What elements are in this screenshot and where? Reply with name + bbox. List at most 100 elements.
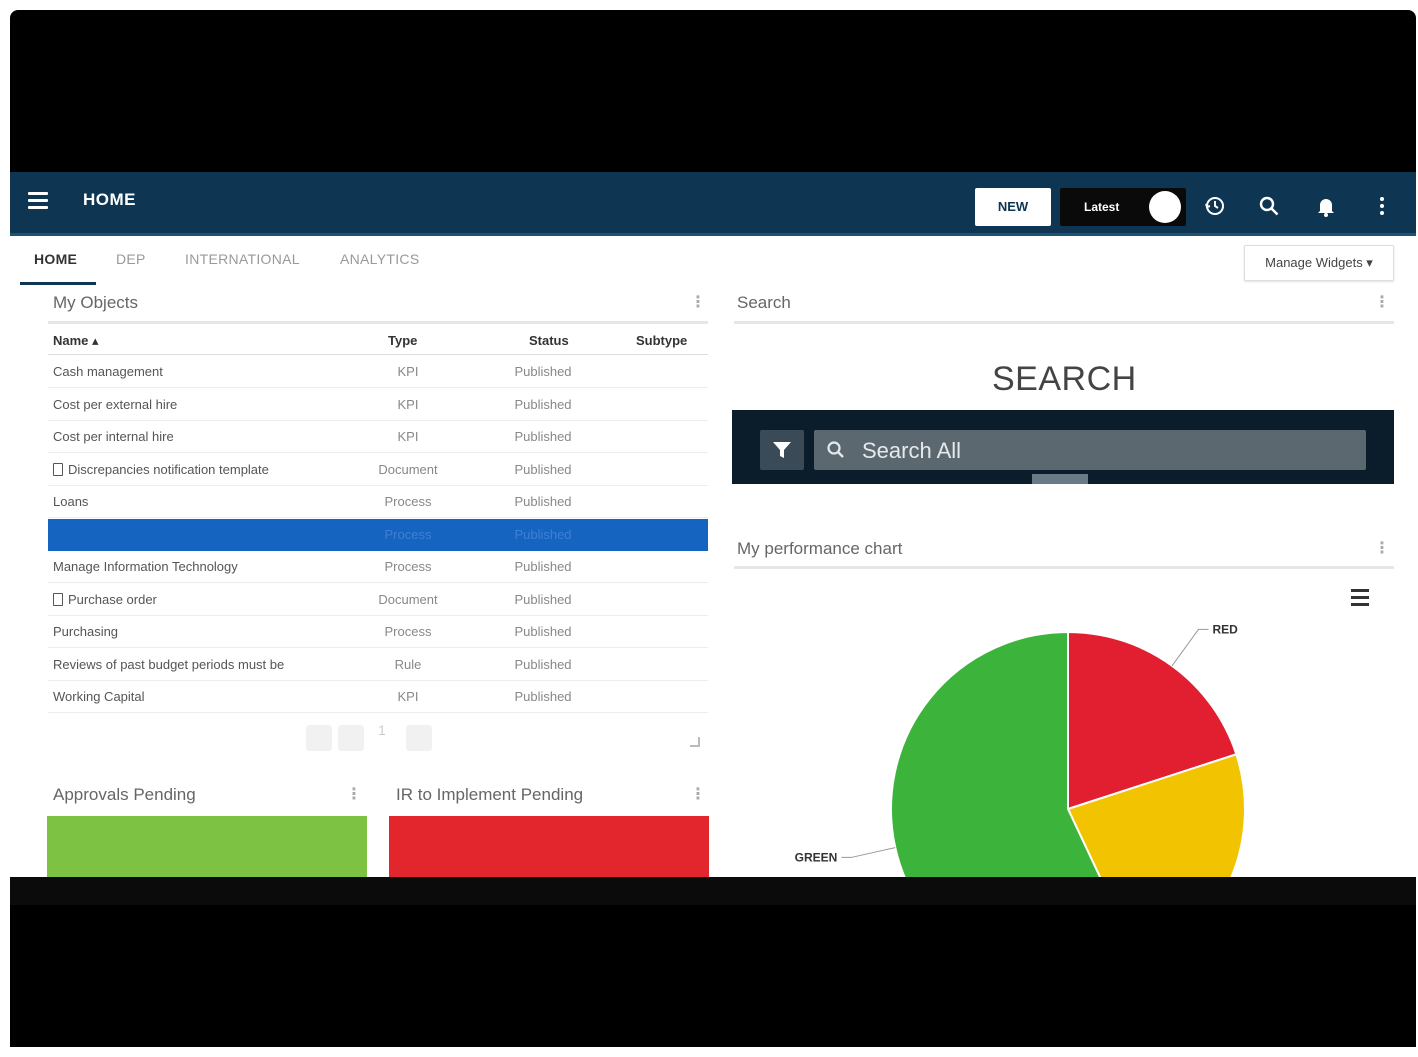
table-row[interactable]: Purchase order Document Published xyxy=(48,584,708,616)
latest-toggle-knob[interactable] xyxy=(1149,191,1181,223)
row-type: Process xyxy=(384,526,432,542)
search-widget-title: Search xyxy=(737,293,791,312)
tab-home[interactable]: HOME xyxy=(34,251,77,267)
row-status: Published xyxy=(514,494,572,509)
table-row[interactable]: Process Published xyxy=(48,518,708,551)
approvals-pending-tile[interactable] xyxy=(47,816,367,877)
table-header-divider xyxy=(48,354,708,355)
row-type: KPI xyxy=(397,364,419,379)
row-status: Published xyxy=(514,461,572,477)
tab-bar: HOME DEP INTERNATIONAL ANALYTICS Manage … xyxy=(10,239,1416,285)
row-name: Loans xyxy=(53,494,88,509)
row-status: Published xyxy=(514,656,572,672)
next-page-button[interactable] xyxy=(406,725,432,751)
column-header-type[interactable]: Type xyxy=(388,333,417,348)
history-icon[interactable] xyxy=(1201,192,1229,220)
row-type: Rule xyxy=(394,656,422,672)
row-type: Document xyxy=(378,591,438,607)
notifications-bell-icon[interactable] xyxy=(1312,192,1340,220)
table-row[interactable]: Cost per external hire KPI Published xyxy=(48,389,708,421)
row-name-text: Manage Information Technology xyxy=(53,559,238,574)
row-name-text: Working Capital xyxy=(53,689,145,704)
row-type: Process xyxy=(384,494,432,509)
search-scroll-indicator xyxy=(1032,474,1088,484)
approvals-pending-title: Approvals Pending xyxy=(53,785,196,804)
row-status: Published xyxy=(514,624,572,639)
row-name: Purchase order xyxy=(53,592,157,607)
row-name-text: Loans xyxy=(53,494,89,509)
search-widget-menu-icon[interactable]: ⋮ xyxy=(1374,292,1390,312)
implement-pending-title: IR to Implement Pending xyxy=(396,785,584,804)
search-icon[interactable] xyxy=(1255,192,1283,220)
table-row[interactable]: Purchasing Process Published xyxy=(48,616,708,648)
search-widget-divider xyxy=(734,321,1394,324)
column-header-name[interactable]: Name ▴ xyxy=(53,333,99,349)
search-heading: SEARCH xyxy=(992,360,1137,398)
approvals-menu-icon[interactable]: ⋮ xyxy=(346,784,362,804)
document-icon xyxy=(53,462,63,476)
search-panel: Search All xyxy=(732,410,1394,484)
performance-menu-icon[interactable]: ⋮ xyxy=(1374,538,1390,558)
video-letterbox-bottom xyxy=(10,877,1416,1047)
row-name: Cost per internal hire xyxy=(53,429,174,444)
page-title: HOME xyxy=(83,190,136,209)
search-placeholder: Search All xyxy=(862,438,962,463)
resize-handle-icon[interactable] xyxy=(690,737,700,747)
column-header-subtype[interactable]: Subtype xyxy=(636,333,687,348)
table-row[interactable]: Cash management KPI Published xyxy=(48,356,708,388)
tab-analytics[interactable]: ANALYTICS xyxy=(340,251,419,267)
row-name-text: Purchase order xyxy=(68,591,157,607)
tab-international[interactable]: INTERNATIONAL xyxy=(185,251,300,267)
implement-pending-tile[interactable] xyxy=(389,816,709,877)
table-row[interactable]: Reviews of past budget periods must be Ru… xyxy=(48,649,708,681)
table-row[interactable]: Cost per internal hire KPI Published xyxy=(48,421,708,453)
current-page: 1 xyxy=(378,722,386,738)
new-button[interactable]: NEW xyxy=(975,188,1051,226)
row-status: Published xyxy=(514,689,572,704)
pie-label-connector xyxy=(841,847,896,858)
search-icon xyxy=(827,441,844,458)
table-row[interactable]: Working Capital KPI Published xyxy=(48,681,708,713)
row-type: Process xyxy=(384,624,432,639)
row-name: Discrepancies notification template xyxy=(53,462,269,477)
filter-button[interactable] xyxy=(760,430,804,470)
row-name: Cost per external hire xyxy=(53,397,177,412)
row-name: Purchasing xyxy=(53,624,118,639)
performance-divider xyxy=(734,566,1394,569)
table-row[interactable]: Loans Process Published xyxy=(48,486,708,518)
row-name-text: Reviews of past budget periods must be xyxy=(53,656,285,672)
app-window: HOME NEW Latest HOME DEP INTERNATIONAL A… xyxy=(10,172,1416,877)
row-name-text: Cost per external hire xyxy=(53,396,178,412)
table-row[interactable]: Manage Information Technology Process Publ… xyxy=(48,551,708,583)
table-row[interactable]: Discrepancies notification template Docum… xyxy=(48,454,708,486)
row-name-text: Purchasing xyxy=(53,624,119,639)
first-page-button[interactable] xyxy=(306,725,332,751)
pie-label-red: RED xyxy=(1212,622,1238,636)
row-type: KPI xyxy=(397,396,419,412)
top-navbar: HOME NEW Latest xyxy=(10,172,1416,236)
performance-chart-title: My performance chart xyxy=(737,539,903,558)
more-vertical-icon[interactable] xyxy=(1368,192,1396,220)
column-header-status[interactable]: Status xyxy=(529,333,569,348)
tab-dep[interactable]: DEP xyxy=(116,251,146,267)
performance-pie-chart: RED GREEN xyxy=(795,622,1246,877)
row-name-text: Cash management xyxy=(53,364,163,379)
row-name-text: Cost per internal hire xyxy=(53,429,174,444)
row-status: Published xyxy=(514,559,572,574)
search-all-input[interactable]: Search All xyxy=(814,430,1366,470)
prev-page-button[interactable] xyxy=(338,725,364,751)
hamburger-menu-icon[interactable] xyxy=(28,192,48,210)
row-name: Cash management xyxy=(53,364,163,379)
active-tab-indicator xyxy=(20,282,96,285)
my-objects-title: My Objects xyxy=(53,293,139,312)
manage-widgets-button[interactable]: Manage Widgets ▾ xyxy=(1244,245,1394,281)
document-icon xyxy=(53,592,63,606)
my-objects-divider xyxy=(48,321,708,324)
row-type: KPI xyxy=(397,429,419,444)
row-name-text: Discrepancies notification template xyxy=(68,461,269,477)
row-name: Working Capital xyxy=(53,689,145,704)
row-name: Reviews of past budget periods must be xyxy=(53,657,284,672)
my-objects-menu-icon[interactable]: ⋮ xyxy=(690,292,706,312)
implement-menu-icon[interactable]: ⋮ xyxy=(690,784,706,804)
row-status: Published xyxy=(514,396,572,412)
